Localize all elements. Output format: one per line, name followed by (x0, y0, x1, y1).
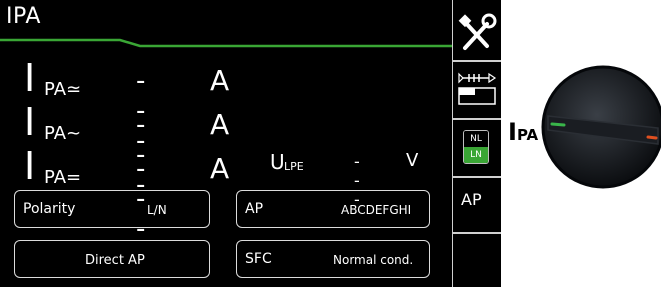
sidebar-divider (453, 176, 501, 178)
ulpe-symbol: U (270, 150, 285, 174)
measurement-unit: A (210, 64, 230, 97)
measurement-symbol: I (24, 144, 36, 188)
probe-button[interactable] (453, 64, 501, 116)
ap-softkey[interactable]: AP (461, 190, 482, 209)
rotary-switch-knob[interactable] (538, 62, 661, 192)
ulpe-subscript: LPE (284, 160, 304, 173)
rotary-switch-label: IPA (508, 118, 538, 146)
settings-button[interactable] (453, 0, 501, 60)
polarity-label: Polarity (23, 201, 76, 217)
sfc-value: Normal cond. (333, 253, 414, 267)
rotary-label-sub: PA (516, 126, 539, 144)
nl-ln-toggle[interactable]: NL LN (463, 130, 489, 164)
sfc-label: SFC (245, 251, 272, 267)
nl-label: NL (464, 131, 488, 147)
rotary-label-main: I (508, 118, 517, 146)
measurement-subscript: PA≃ (44, 79, 82, 100)
measurement-unit: A (210, 108, 230, 141)
sidebar-divider (453, 118, 501, 120)
title-underline (0, 38, 452, 48)
direct-ap-value: Direct AP (85, 253, 145, 268)
tools-icon (458, 13, 497, 50)
measurement-unit: A (210, 152, 230, 185)
polarity-field[interactable]: Polarity L/N (14, 190, 210, 228)
polarity-value: L/N (147, 203, 167, 217)
page-title: IPA (6, 4, 41, 29)
sfc-field[interactable]: SFC Normal cond. (236, 240, 430, 278)
measurement-subscript: PA= (44, 167, 82, 188)
probe-icon (458, 72, 497, 105)
ap-label: AP (245, 201, 264, 217)
instrument-display: IPA I PA≃ - - - A I PA~ - - - A I PA= - … (0, 0, 452, 287)
sidebar-divider (453, 232, 501, 234)
direct-ap-field[interactable]: Direct AP (14, 240, 210, 278)
sidebar-divider (453, 60, 501, 62)
measurement-symbol: I (24, 100, 36, 144)
ulpe-unit: V (406, 150, 419, 171)
ap-field[interactable]: AP ABCDEFGHI (236, 190, 430, 228)
ap-value: ABCDEFGHI (341, 203, 412, 217)
softkey-sidebar: NL LN AP (452, 0, 501, 287)
ln-label: LN (464, 147, 488, 163)
measurement-subscript: PA~ (44, 123, 82, 144)
measurement-symbol: I (24, 56, 36, 100)
